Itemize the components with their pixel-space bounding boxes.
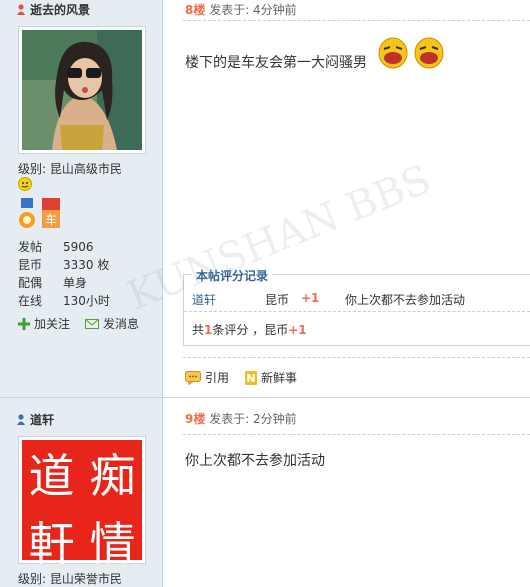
post-time-2: 发表于: 2分钟前 — [209, 412, 297, 426]
rating-score: +1 — [301, 291, 320, 305]
rating-user[interactable]: 道轩 — [192, 291, 216, 308]
author-name-1[interactable]: 逝去的风景 — [16, 1, 90, 18]
new-thing-button[interactable]: N 新鲜事 — [245, 369, 297, 386]
rating-divider — [184, 311, 530, 312]
add-follow-button[interactable]: 加关注 — [18, 315, 70, 332]
rating-summary: 共1条评分 ，昆币+1 — [192, 323, 307, 337]
post-message-1: 楼下的是车友会第一大闷骚男 — [185, 55, 367, 71]
rating-record-box: 本帖评分记录 道轩 昆币 +1 你上次都不去参加活动 共1条评分 ，昆币+1 — [183, 267, 530, 346]
rating-title: 本帖评分记录 — [192, 267, 273, 284]
laughing-emoticon-2 — [414, 37, 444, 72]
floor-number-1[interactable]: 8楼 — [185, 3, 205, 17]
divider — [183, 434, 530, 435]
post-header-2: 9楼 发表于: 2分钟前 — [185, 410, 297, 427]
post-message-2: 你上次都不去参加活动 — [185, 453, 325, 469]
send-message-button[interactable]: 发消息 — [85, 315, 139, 332]
envelope-icon — [85, 318, 99, 329]
svg-text:车: 车 — [45, 212, 57, 227]
avatar-1[interactable] — [18, 26, 146, 154]
stat-coins: 昆币 3330 枚 — [18, 258, 110, 272]
calligraphy-avatar: 痴 道 情 軒 — [22, 440, 142, 571]
smiley-icon — [18, 177, 32, 194]
stat-spouse: 配偶 单身 — [18, 276, 88, 290]
medal-icon — [18, 198, 36, 233]
badge-car-icon: 车 — [40, 198, 62, 233]
avatar-photo — [22, 30, 142, 150]
stat-posts: 发帖 5906 — [18, 240, 94, 254]
n-badge-icon: N — [245, 370, 257, 385]
plus-icon — [18, 317, 30, 330]
avatar-2[interactable]: 痴 道 情 軒 — [18, 436, 146, 571]
user-female-icon — [17, 4, 25, 15]
post-header-1: 8楼 发表于: 4分钟前 — [185, 1, 297, 18]
quote-button[interactable]: 引用 — [185, 369, 229, 386]
divider — [183, 20, 530, 21]
quote-icon — [185, 370, 201, 385]
level-label-1: 级别: 昆山高级市民 — [18, 162, 122, 176]
rating-currency: 昆币 — [265, 293, 290, 307]
stat-online: 在线 130小时 — [18, 294, 110, 308]
level-label-2: 级别: 昆山荣誉市民 — [18, 572, 122, 586]
user-male-icon — [17, 414, 25, 425]
post-content-area: 8楼 发表于: 4分钟前 楼下的是车友会第一大闷骚男 本帖评分记录 道轩 昆币 … — [163, 0, 530, 587]
laughing-emoticon-1 — [378, 37, 408, 72]
author-name-2[interactable]: 道轩 — [16, 411, 54, 428]
svg-text:N: N — [246, 372, 255, 385]
rating-reason: 你上次都不去参加活动 — [345, 293, 466, 307]
post-separator — [0, 397, 530, 398]
actions-divider — [183, 357, 530, 358]
post-time-1: 发表于: 4分钟前 — [209, 3, 297, 17]
floor-number-2[interactable]: 9楼 — [185, 412, 205, 426]
author-sidebar: 逝去的风景 级别: 昆山高级市民 车 发帖 5906 昆币 3330 枚 配偶 单身 … — [0, 0, 163, 587]
